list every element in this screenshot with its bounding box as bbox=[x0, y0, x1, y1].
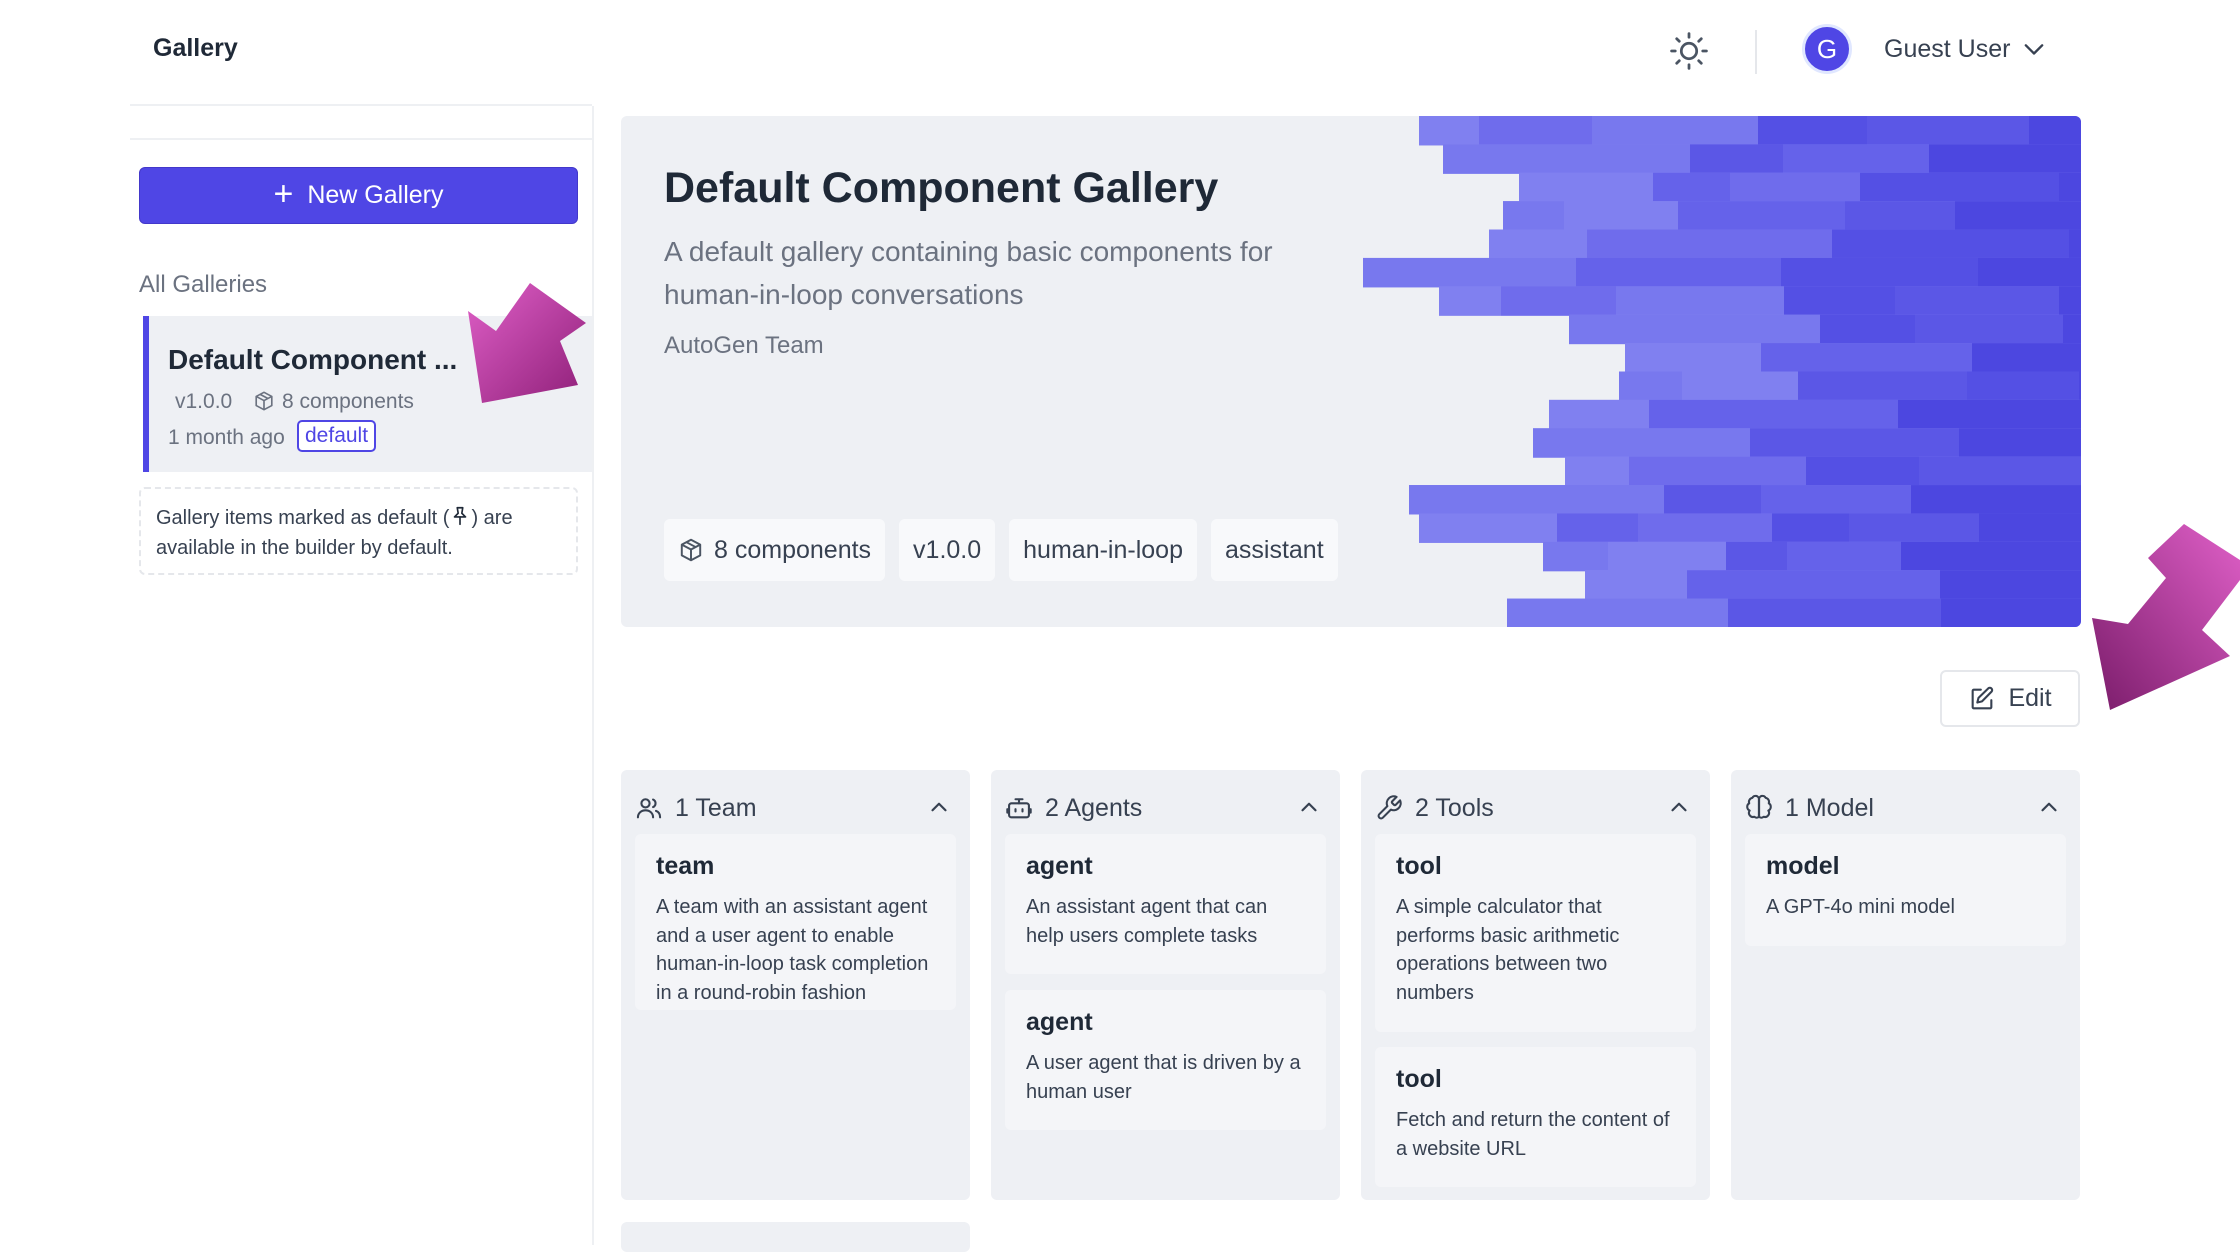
info-text-start: Gallery items marked as default ( bbox=[156, 507, 450, 529]
section-card-team: 1 Team team A team with an assistant age… bbox=[621, 770, 970, 1200]
edit-button[interactable]: Edit bbox=[1940, 670, 2080, 727]
bot-icon bbox=[1006, 798, 1032, 819]
header-divider-line bbox=[130, 104, 592, 106]
tag-label: human-in-loop bbox=[1023, 535, 1183, 564]
component-description: A GPT-4o mini model bbox=[1766, 896, 1955, 918]
component-title: model bbox=[1766, 852, 1840, 880]
gallery-tags: 8 components v1.0.0 human-in-loop assist… bbox=[664, 519, 1338, 581]
component-description: A user agent that is driven by a human u… bbox=[1026, 1052, 1301, 1103]
chevron-up-icon[interactable] bbox=[2036, 794, 2062, 820]
gallery-title: Default Component Gallery bbox=[664, 164, 1219, 212]
section-card-models: 1 Model model A GPT-4o mini model bbox=[1731, 770, 2080, 1200]
component-title: agent bbox=[1026, 852, 1093, 880]
plus-icon: + bbox=[273, 174, 294, 213]
new-gallery-button[interactable]: + New Gallery bbox=[139, 167, 578, 224]
component-title: team bbox=[656, 852, 715, 880]
chevron-up-icon[interactable] bbox=[1296, 794, 1322, 820]
section-card-tools: 2 Tools tool A simple calculator that pe… bbox=[1361, 770, 1710, 1200]
component-description: A team with an assistant agent and a use… bbox=[656, 896, 929, 1004]
section-heading: 2 Agents bbox=[1045, 793, 1143, 822]
component-item[interactable]: agent An assistant agent that can help u… bbox=[1005, 834, 1326, 974]
header-divider bbox=[1755, 30, 1757, 74]
component-title: tool bbox=[1396, 1065, 1442, 1093]
section-heading: 1 Model bbox=[1785, 793, 1874, 822]
section-header-tools[interactable]: 2 Tools bbox=[1375, 788, 1696, 828]
annotation-arrow-icon bbox=[2092, 524, 2240, 710]
app-header: Gallery G Guest User bbox=[0, 0, 2240, 104]
component-item[interactable]: agent A user agent that is driven by a h… bbox=[1005, 990, 1326, 1130]
sun-icon[interactable] bbox=[1667, 29, 1711, 73]
sidebar-divider bbox=[130, 138, 592, 140]
section-header-agents[interactable]: 2 Agents bbox=[1005, 788, 1326, 828]
wrench-icon bbox=[1377, 795, 1402, 820]
component-description: Fetch and return the content of a websit… bbox=[1396, 1109, 1670, 1160]
component-description: An assistant agent that can help users c… bbox=[1026, 896, 1268, 947]
component-item[interactable]: tool A simple calculator that performs b… bbox=[1375, 834, 1696, 1032]
chevron-up-icon[interactable] bbox=[926, 794, 952, 820]
all-galleries-heading: All Galleries bbox=[139, 271, 268, 298]
component-title: tool bbox=[1396, 852, 1442, 880]
users-icon bbox=[636, 798, 662, 819]
chevron-down-icon[interactable] bbox=[2020, 36, 2048, 64]
section-card-partial bbox=[621, 1222, 970, 1252]
component-item[interactable]: team A team with an assistant agent and … bbox=[635, 834, 956, 1010]
sidebar-border bbox=[592, 106, 594, 1245]
component-item[interactable]: model A GPT-4o mini model bbox=[1745, 834, 2066, 946]
gallery-item-component-count: 8 components bbox=[282, 390, 414, 413]
gallery-item-time: 1 month ago bbox=[168, 426, 285, 449]
tag-label: 8 components bbox=[714, 535, 872, 564]
section-heading: 1 Team bbox=[675, 793, 757, 822]
avatar[interactable]: G bbox=[1802, 24, 1852, 74]
section-heading: 2 Tools bbox=[1415, 793, 1494, 822]
tag-components: 8 components bbox=[664, 519, 886, 581]
tag-label: assistant bbox=[1224, 535, 1324, 564]
component-description: A simple calculator that performs basic … bbox=[1396, 896, 1620, 1004]
brain-icon bbox=[1746, 794, 1772, 819]
package-icon bbox=[680, 538, 702, 562]
component-item[interactable]: tool Fetch and return the content of a w… bbox=[1375, 1047, 1696, 1187]
chevron-up-icon[interactable] bbox=[1666, 794, 1692, 820]
gallery-item-version: v1.0.0 bbox=[175, 390, 233, 413]
tag-label: v1.0.0 bbox=[913, 535, 982, 564]
hero-pattern bbox=[1363, 116, 2081, 627]
tag-version: v1.0.0 bbox=[899, 519, 996, 581]
edit-label: Edit bbox=[2008, 684, 2052, 712]
tag-assistant: assistant bbox=[1210, 519, 1338, 581]
annotation-arrow-icon bbox=[468, 283, 586, 403]
new-gallery-label: New Gallery bbox=[307, 181, 444, 209]
edit-icon bbox=[1972, 686, 1994, 709]
pin-icon bbox=[454, 506, 467, 526]
user-name[interactable]: Guest User bbox=[1884, 35, 2010, 64]
section-header-team[interactable]: 1 Team bbox=[635, 788, 956, 828]
package-icon bbox=[255, 391, 273, 411]
gallery-author: AutoGen Team bbox=[664, 332, 824, 359]
default-info-note: Gallery items marked as default () are a… bbox=[139, 487, 578, 575]
gallery-description: A default gallery containing basic compo… bbox=[664, 236, 1273, 310]
component-title: agent bbox=[1026, 1008, 1093, 1036]
page-title: Gallery bbox=[153, 34, 238, 62]
section-header-models[interactable]: 1 Model bbox=[1745, 788, 2066, 828]
gallery-hero: Default Component Gallery A default gall… bbox=[621, 116, 2081, 627]
section-card-agents: 2 Agents agent An assistant agent that c… bbox=[991, 770, 1340, 1200]
default-badge: default bbox=[297, 420, 377, 452]
tag-human-in-loop: human-in-loop bbox=[1009, 519, 1197, 581]
gallery-item-title: Default Component ... bbox=[168, 344, 458, 375]
